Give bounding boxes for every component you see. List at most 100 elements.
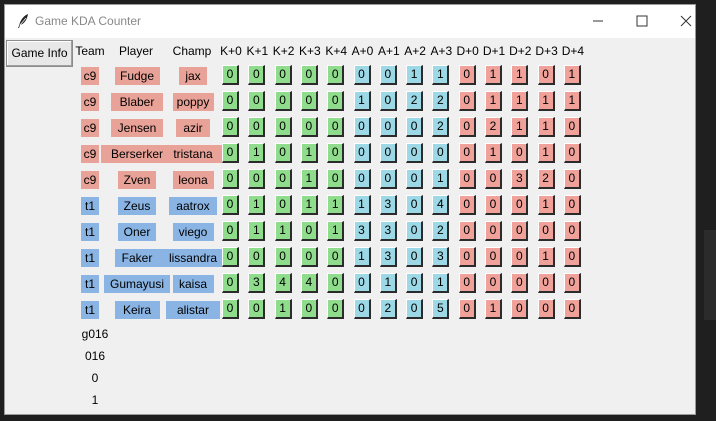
- stat-cell-k-plus-4[interactable]: 0: [327, 65, 345, 85]
- stat-cell-d-plus-0[interactable]: 0: [458, 195, 476, 215]
- stat-cell-a-plus-3[interactable]: 2: [432, 117, 450, 137]
- stat-cell-d-plus-0[interactable]: 0: [458, 247, 476, 267]
- stat-cell-k-plus-0[interactable]: 0: [222, 195, 239, 215]
- stat-cell-a-plus-3[interactable]: 1: [432, 273, 450, 293]
- stat-cell-a-plus-0[interactable]: 3: [353, 221, 371, 241]
- stat-cell-k-plus-0[interactable]: 0: [222, 299, 239, 319]
- stat-cell-d-plus-3[interactable]: 1: [537, 143, 555, 163]
- stat-cell-a-plus-3[interactable]: 5: [432, 299, 450, 319]
- stat-cell-k-plus-3[interactable]: 0: [300, 299, 318, 319]
- stat-cell-a-plus-1[interactable]: 3: [379, 195, 397, 215]
- stat-cell-d-plus-4[interactable]: 0: [563, 195, 581, 215]
- stat-cell-a-plus-2[interactable]: 0: [406, 299, 424, 319]
- stat-cell-k-plus-2[interactable]: 4: [274, 273, 292, 293]
- stat-cell-k-plus-2[interactable]: 0: [274, 91, 292, 111]
- stat-cell-d-plus-0[interactable]: 0: [458, 117, 476, 137]
- stat-cell-k-plus-0[interactable]: 0: [222, 273, 239, 293]
- stat-cell-k-plus-1[interactable]: 1: [248, 143, 266, 163]
- stat-cell-a-plus-1[interactable]: 0: [379, 91, 397, 111]
- stat-cell-d-plus-4[interactable]: 0: [563, 273, 581, 293]
- stat-cell-d-plus-2[interactable]: 1: [511, 91, 529, 111]
- stat-cell-d-plus-4[interactable]: 1: [563, 91, 581, 111]
- stat-cell-a-plus-1[interactable]: 1: [379, 273, 397, 293]
- stat-cell-d-plus-1[interactable]: 0: [485, 195, 502, 215]
- stat-cell-k-plus-4[interactable]: 0: [327, 273, 345, 293]
- stat-cell-a-plus-1[interactable]: 0: [379, 143, 397, 163]
- stat-cell-d-plus-1[interactable]: 1: [485, 91, 502, 111]
- stat-cell-d-plus-3[interactable]: 0: [537, 65, 555, 85]
- stat-cell-d-plus-0[interactable]: 0: [458, 221, 476, 241]
- stat-cell-k-plus-4[interactable]: 0: [327, 247, 345, 267]
- stat-cell-k-plus-3[interactable]: 1: [300, 195, 318, 215]
- stat-cell-d-plus-4[interactable]: 0: [563, 169, 581, 189]
- stat-cell-d-plus-4[interactable]: 0: [563, 247, 581, 267]
- stat-cell-d-plus-3[interactable]: 1: [537, 91, 555, 111]
- stat-cell-a-plus-3[interactable]: 2: [432, 91, 450, 111]
- stat-cell-k-plus-3[interactable]: 1: [300, 169, 318, 189]
- stat-cell-d-plus-0[interactable]: 0: [458, 299, 476, 319]
- stat-cell-k-plus-2[interactable]: 0: [274, 247, 292, 267]
- stat-cell-a-plus-2[interactable]: 0: [406, 273, 424, 293]
- stat-cell-k-plus-4[interactable]: 1: [327, 195, 345, 215]
- stat-cell-d-plus-0[interactable]: 0: [458, 65, 476, 85]
- stat-cell-a-plus-0[interactable]: 0: [353, 273, 371, 293]
- stat-cell-d-plus-3[interactable]: 1: [537, 117, 555, 137]
- stat-cell-a-plus-1[interactable]: 2: [379, 299, 397, 319]
- stat-cell-k-plus-4[interactable]: 0: [327, 299, 345, 319]
- stat-cell-a-plus-1[interactable]: 3: [379, 247, 397, 267]
- stat-cell-k-plus-2[interactable]: 1: [274, 299, 292, 319]
- stat-cell-k-plus-1[interactable]: 1: [248, 221, 266, 241]
- stat-cell-k-plus-3[interactable]: 0: [300, 65, 318, 85]
- stat-cell-k-plus-3[interactable]: 0: [300, 247, 318, 267]
- stat-cell-k-plus-0[interactable]: 0: [222, 169, 239, 189]
- stat-cell-d-plus-0[interactable]: 0: [458, 91, 476, 111]
- stat-cell-d-plus-2[interactable]: 0: [511, 299, 529, 319]
- stat-cell-k-plus-0[interactable]: 0: [222, 117, 239, 137]
- stat-cell-k-plus-4[interactable]: 1: [327, 221, 345, 241]
- stat-cell-d-plus-4[interactable]: 0: [563, 143, 581, 163]
- stat-cell-k-plus-1[interactable]: 1: [248, 195, 266, 215]
- stat-cell-k-plus-4[interactable]: 0: [327, 169, 345, 189]
- stat-cell-k-plus-3[interactable]: 1: [300, 143, 318, 163]
- stat-cell-k-plus-1[interactable]: 3: [248, 273, 266, 293]
- stat-cell-k-plus-3[interactable]: 0: [300, 91, 318, 111]
- stat-cell-a-plus-0[interactable]: 0: [353, 117, 371, 137]
- stat-cell-a-plus-2[interactable]: 0: [406, 143, 424, 163]
- stat-cell-k-plus-2[interactable]: 0: [274, 117, 292, 137]
- minimize-button[interactable]: [575, 5, 621, 38]
- stat-cell-k-plus-3[interactable]: 0: [300, 221, 318, 241]
- stat-cell-d-plus-0[interactable]: 0: [458, 273, 476, 293]
- stat-cell-a-plus-3[interactable]: 2: [432, 221, 450, 241]
- stat-cell-d-plus-3[interactable]: 1: [537, 247, 555, 267]
- stat-cell-a-plus-2[interactable]: 0: [406, 169, 424, 189]
- stat-cell-d-plus-3[interactable]: 0: [537, 221, 555, 241]
- stat-cell-k-plus-1[interactable]: 0: [248, 91, 266, 111]
- stat-cell-k-plus-2[interactable]: 0: [274, 65, 292, 85]
- stat-cell-k-plus-0[interactable]: 0: [222, 247, 239, 267]
- stat-cell-k-plus-3[interactable]: 0: [300, 117, 318, 137]
- stat-cell-d-plus-1[interactable]: 0: [485, 273, 502, 293]
- stat-cell-k-plus-1[interactable]: 0: [248, 299, 266, 319]
- stat-cell-d-plus-2[interactable]: 1: [511, 117, 529, 137]
- stat-cell-d-plus-4[interactable]: 0: [563, 299, 581, 319]
- stat-cell-d-plus-4[interactable]: 0: [563, 117, 581, 137]
- stat-cell-a-plus-1[interactable]: 0: [379, 117, 397, 137]
- game-info-button[interactable]: Game Info: [6, 40, 73, 67]
- stat-cell-a-plus-1[interactable]: 0: [379, 169, 397, 189]
- stat-cell-d-plus-1[interactable]: 0: [485, 247, 502, 267]
- stat-cell-d-plus-1[interactable]: 0: [485, 221, 502, 241]
- stat-cell-k-plus-2[interactable]: 1: [274, 221, 292, 241]
- maximize-button[interactable]: [619, 5, 665, 38]
- stat-cell-d-plus-1[interactable]: 0: [485, 169, 502, 189]
- stat-cell-k-plus-4[interactable]: 0: [327, 143, 345, 163]
- stat-cell-d-plus-4[interactable]: 0: [563, 221, 581, 241]
- stat-cell-k-plus-3[interactable]: 4: [300, 273, 318, 293]
- stat-cell-k-plus-2[interactable]: 0: [274, 169, 292, 189]
- stat-cell-d-plus-3[interactable]: 0: [537, 299, 555, 319]
- stat-cell-k-plus-1[interactable]: 0: [248, 247, 266, 267]
- stat-cell-k-plus-0[interactable]: 0: [222, 221, 239, 241]
- stat-cell-k-plus-2[interactable]: 0: [274, 143, 292, 163]
- stat-cell-k-plus-0[interactable]: 0: [222, 143, 239, 163]
- stat-cell-a-plus-3[interactable]: 1: [432, 169, 450, 189]
- stat-cell-a-plus-0[interactable]: 0: [353, 143, 371, 163]
